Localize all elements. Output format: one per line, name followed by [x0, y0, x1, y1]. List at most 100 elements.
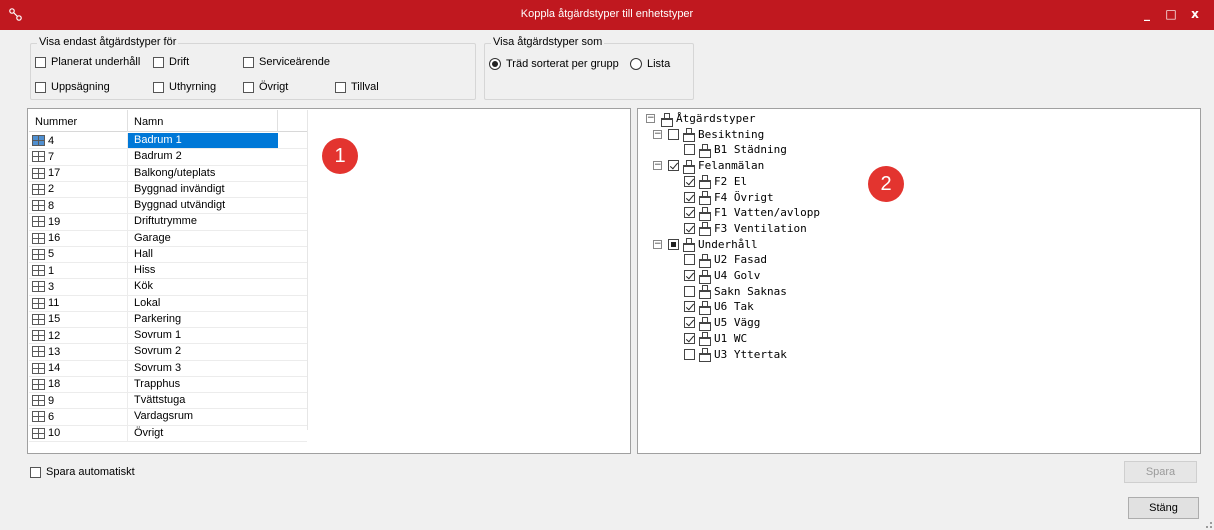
radio-dot[interactable]: [489, 58, 501, 70]
table-row[interactable]: 13 Sovrum 2: [29, 344, 307, 361]
cell-name: Garage: [134, 231, 171, 244]
tree-checkbox[interactable]: [684, 317, 695, 329]
checkbox-box[interactable]: [35, 81, 46, 93]
table-row[interactable]: 14 Sovrum 3: [29, 360, 307, 377]
cell-number-text: 1: [48, 264, 55, 277]
tree-checkbox[interactable]: [684, 270, 695, 281]
action-type-tree[interactable]: − Åtgärdstyper − Besiktning B1 Städning − Fela…: [637, 108, 1201, 454]
filter-tillval[interactable]: Tillval: [335, 81, 379, 93]
table-row[interactable]: 16 Garage: [29, 230, 307, 247]
filter-servicearende[interactable]: Serviceärende: [243, 56, 330, 68]
unit-type-grid[interactable]: Nummer Namn 4 Badrum 1 7 Badrum 2 17 Balkong/…: [27, 108, 631, 454]
tree-item[interactable]: B1 Städning: [684, 142, 787, 158]
cell-number-text: 15: [48, 313, 61, 326]
maximize-button[interactable]: □: [1164, 6, 1178, 22]
tree-checkbox[interactable]: [684, 191, 695, 203]
unit-type-icon: [32, 248, 45, 260]
collapse-toggle-icon[interactable]: −: [653, 239, 662, 249]
table-row[interactable]: 5 Hall: [29, 246, 307, 263]
close-window-button[interactable]: x: [1188, 6, 1202, 22]
tree-checkbox[interactable]: [684, 207, 695, 219]
checkbox-box[interactable]: [243, 81, 254, 93]
table-row[interactable]: 9 Tvättstuga: [29, 393, 307, 410]
tree-item[interactable]: U1 WC: [684, 331, 747, 347]
table-row[interactable]: 3 Kök: [29, 279, 307, 296]
table-row[interactable]: 8 Byggnad utvändigt: [29, 198, 307, 215]
table-row[interactable]: 18 Trapphus: [29, 376, 307, 393]
checkbox-box[interactable]: [243, 56, 254, 68]
tree-group[interactable]: − Besiktning: [653, 127, 764, 143]
table-row[interactable]: 12 Sovrum 1: [29, 328, 307, 345]
tree-item[interactable]: U3 Yttertak: [684, 347, 787, 362]
column-header-name[interactable]: Namn: [128, 110, 278, 132]
unit-type-icon: [32, 313, 45, 325]
table-row[interactable]: 10 Övrigt: [29, 425, 307, 442]
tree-checkbox[interactable]: [684, 222, 695, 234]
autosave-label: Spara automatiskt: [46, 466, 135, 478]
table-row[interactable]: 17 Balkong/uteplats: [29, 165, 307, 182]
tree-checkbox[interactable]: [684, 348, 695, 360]
collapse-toggle-icon[interactable]: −: [646, 114, 655, 123]
table-row[interactable]: 19 Driftutrymme: [29, 214, 307, 231]
tree-group[interactable]: − Felanmälan: [653, 158, 764, 174]
tree-root[interactable]: − Åtgärdstyper: [646, 111, 756, 127]
cell-name: Hiss: [134, 264, 156, 276]
window-title: Koppla åtgärdstyper till enhetstyper: [520, 8, 694, 20]
table-row[interactable]: 7 Badrum 2: [29, 149, 307, 166]
radio-dot[interactable]: [630, 58, 642, 70]
cell-number-text: 14: [48, 362, 61, 375]
collapse-toggle-icon[interactable]: −: [653, 161, 662, 171]
tree-checkbox[interactable]: [668, 238, 679, 250]
checkbox-box[interactable]: [335, 81, 346, 93]
autosave-checkbox[interactable]: Spara automatiskt: [30, 466, 135, 478]
tree-checkbox[interactable]: [684, 332, 695, 344]
table-row[interactable]: 6 Vardagsrum: [29, 409, 307, 426]
view-list-radio[interactable]: Lista: [630, 58, 670, 70]
tree-group[interactable]: − Underhåll: [653, 237, 758, 253]
tree-checkbox[interactable]: [684, 285, 695, 297]
action-type-icon: [699, 285, 711, 300]
checkbox-box[interactable]: [153, 81, 164, 93]
checkbox-box[interactable]: [153, 56, 164, 68]
tree-checkbox[interactable]: [684, 175, 695, 187]
tree-node-label: Åtgärdstyper: [676, 112, 756, 125]
tree-checkbox[interactable]: [684, 254, 695, 266]
view-tree-radio[interactable]: Träd sorterat per grupp: [489, 58, 619, 70]
tree-item[interactable]: F3 Ventilation: [684, 221, 807, 237]
filter-uppsagning[interactable]: Uppsägning: [35, 81, 110, 93]
minimize-button[interactable]: _: [1140, 6, 1154, 22]
tree-item[interactable]: U5 Vägg: [684, 315, 760, 331]
tree-checkbox[interactable]: [668, 160, 679, 172]
tree-item[interactable]: U2 Fasad: [684, 252, 767, 268]
save-button[interactable]: Spara: [1124, 461, 1197, 483]
filter-drift[interactable]: Drift: [153, 56, 189, 68]
table-row[interactable]: 4 Badrum 1: [29, 133, 307, 150]
filter-uthyrning[interactable]: Uthyrning: [153, 81, 216, 93]
filter-ovrigt[interactable]: Övrigt: [243, 81, 288, 93]
close-button[interactable]: Stäng: [1128, 497, 1199, 519]
tree-checkbox[interactable]: [684, 144, 695, 156]
tree-checkbox[interactable]: [684, 301, 695, 313]
checkbox-label: Tillval: [351, 81, 379, 93]
tree-item[interactable]: F1 Vatten/avlopp: [684, 205, 820, 221]
tree-item[interactable]: F4 Övrigt: [684, 190, 774, 205]
checkbox-box[interactable]: [35, 56, 46, 68]
checkbox-box[interactable]: [30, 466, 41, 478]
tree-item[interactable]: U6 Tak: [684, 299, 754, 315]
table-row[interactable]: 2 Byggnad invändigt: [29, 181, 307, 198]
column-header-number[interactable]: Nummer: [29, 110, 128, 132]
radio-label: Lista: [647, 58, 671, 70]
cell-number-text: 8: [48, 199, 55, 212]
tree-item[interactable]: U4 Golv: [684, 268, 760, 284]
table-row[interactable]: 1 Hiss: [29, 263, 307, 280]
table-row[interactable]: 15 Parkering: [29, 311, 307, 328]
tree-item[interactable]: Sakn Saknas: [684, 284, 787, 300]
collapse-toggle-icon[interactable]: −: [653, 129, 662, 139]
tree-item[interactable]: F2 El: [684, 174, 747, 190]
table-row[interactable]: 11 Lokal: [29, 295, 307, 312]
cell-number-text: 13: [48, 345, 61, 358]
filter-planerat-underhall[interactable]: Planerat underhåll: [35, 56, 140, 68]
resize-grip-icon[interactable]: [1202, 518, 1212, 528]
tree-checkbox[interactable]: [668, 128, 679, 140]
cell-name: Lokal: [134, 296, 161, 309]
